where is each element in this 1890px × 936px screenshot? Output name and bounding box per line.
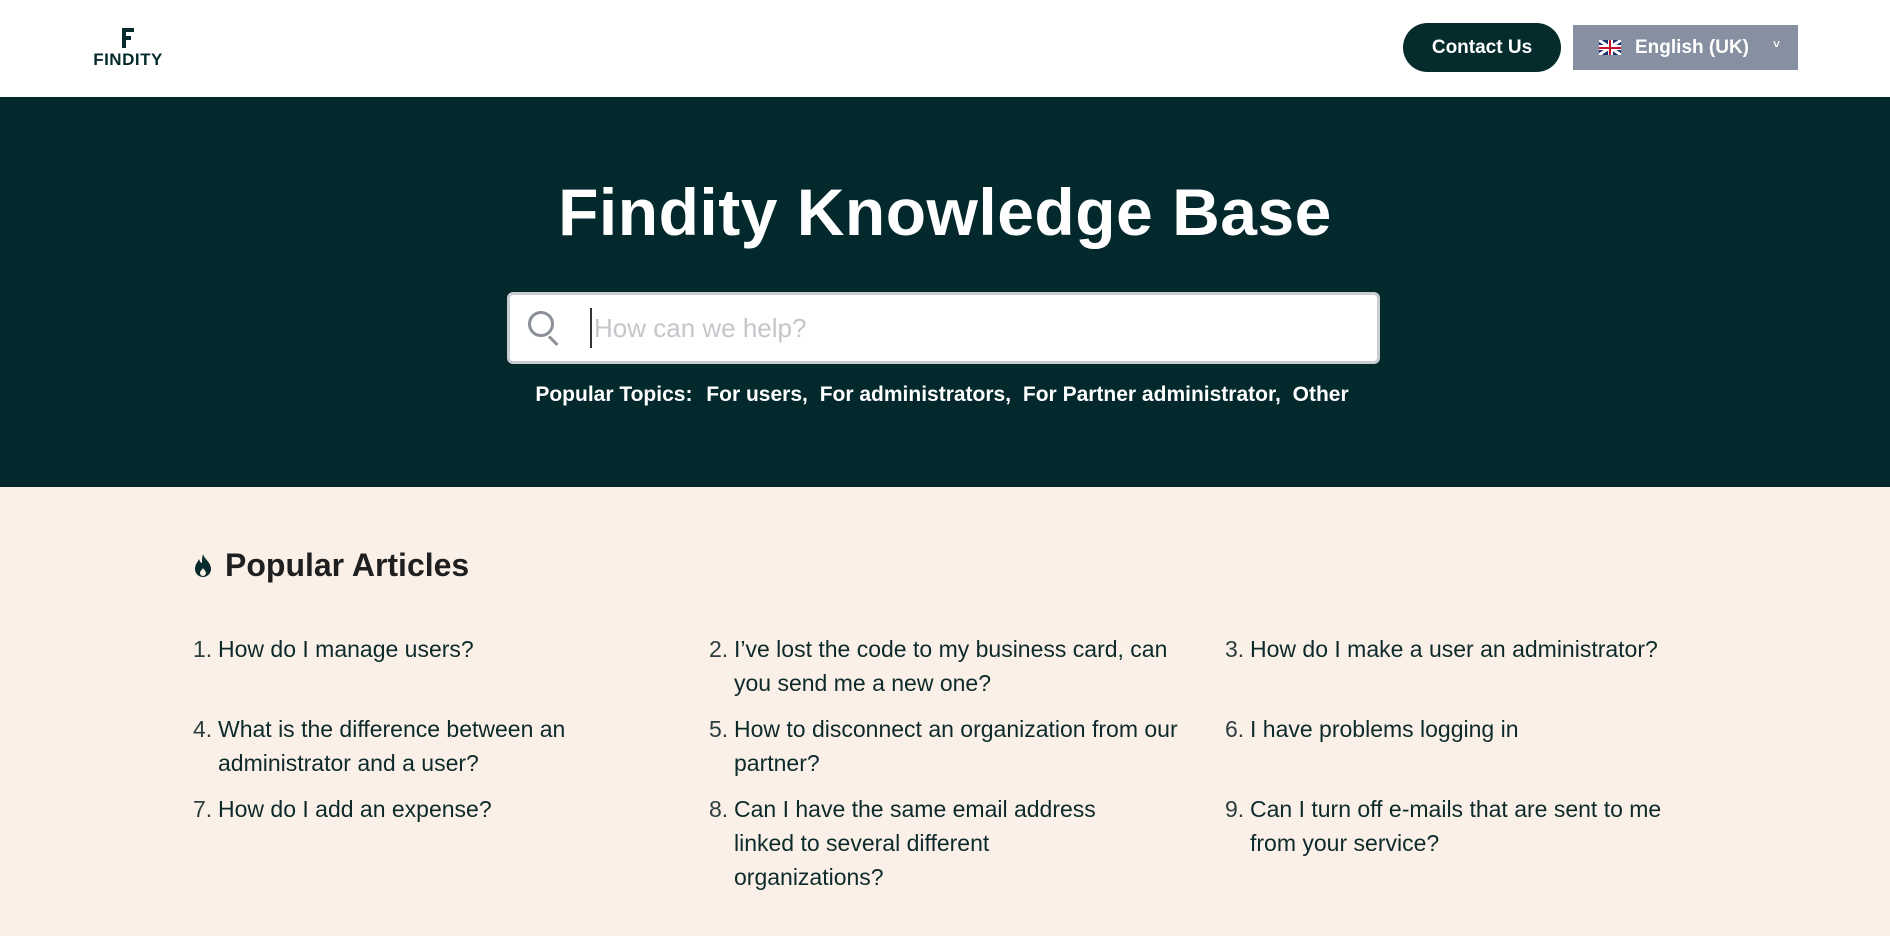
contact-us-button[interactable]: Contact Us: [1403, 23, 1561, 72]
article-item-4[interactable]: 4. What is the difference between an adm…: [193, 712, 623, 780]
article-item-9[interactable]: 9. Can I turn off e-mails that are sent …: [1225, 792, 1665, 860]
flame-icon: [195, 553, 211, 577]
page-title: Findity Knowledge Base: [558, 175, 1332, 249]
article-item-6[interactable]: 6. I have problems logging in: [1225, 712, 1725, 746]
popular-topics-label: Popular Topics:: [535, 383, 693, 406]
language-select[interactable]: English (UK) ˅: [1573, 25, 1798, 70]
topic-link-administrators[interactable]: For administrators,: [820, 383, 1011, 406]
popular-articles-section: Popular Articles 1. How do I manage user…: [0, 487, 1890, 936]
article-item-1[interactable]: 1. How do I manage users?: [193, 632, 693, 666]
topic-link-partner-administrator[interactable]: For Partner administrator,: [1023, 383, 1281, 406]
article-item-7[interactable]: 7. How do I add an expense?: [193, 792, 693, 826]
article-item-8[interactable]: 8. Can I have the same email address lin…: [709, 792, 1129, 894]
popular-articles-heading: Popular Articles: [193, 547, 469, 584]
findity-logo-icon: [121, 28, 135, 48]
hero-section: Findity Knowledge Base Popular Topics: F…: [0, 97, 1890, 487]
topic-link-users[interactable]: For users,: [706, 383, 808, 406]
findity-logo[interactable]: FINDITY: [88, 28, 168, 70]
popular-topics: Popular Topics: For users, For administr…: [0, 383, 1890, 407]
popular-articles-title: Popular Articles: [225, 547, 470, 583]
search-input[interactable]: [590, 308, 1377, 348]
topic-link-other[interactable]: Other: [1293, 383, 1349, 406]
language-label: English (UK): [1635, 36, 1749, 58]
chevron-down-icon: ˅: [1772, 37, 1780, 51]
logo-text: FINDITY: [93, 50, 163, 69]
article-item-2[interactable]: 2. I’ve lost the code to my business car…: [709, 632, 1179, 700]
search-icon: [528, 311, 562, 347]
uk-flag-icon: [1599, 40, 1621, 55]
top-header: FINDITY Contact Us English (UK) ˅: [0, 0, 1890, 97]
article-item-3[interactable]: 3. How do I make a user an administrator…: [1225, 632, 1705, 666]
article-item-5[interactable]: 5. How to disconnect an organization fro…: [709, 712, 1189, 780]
search-box[interactable]: [507, 292, 1380, 364]
